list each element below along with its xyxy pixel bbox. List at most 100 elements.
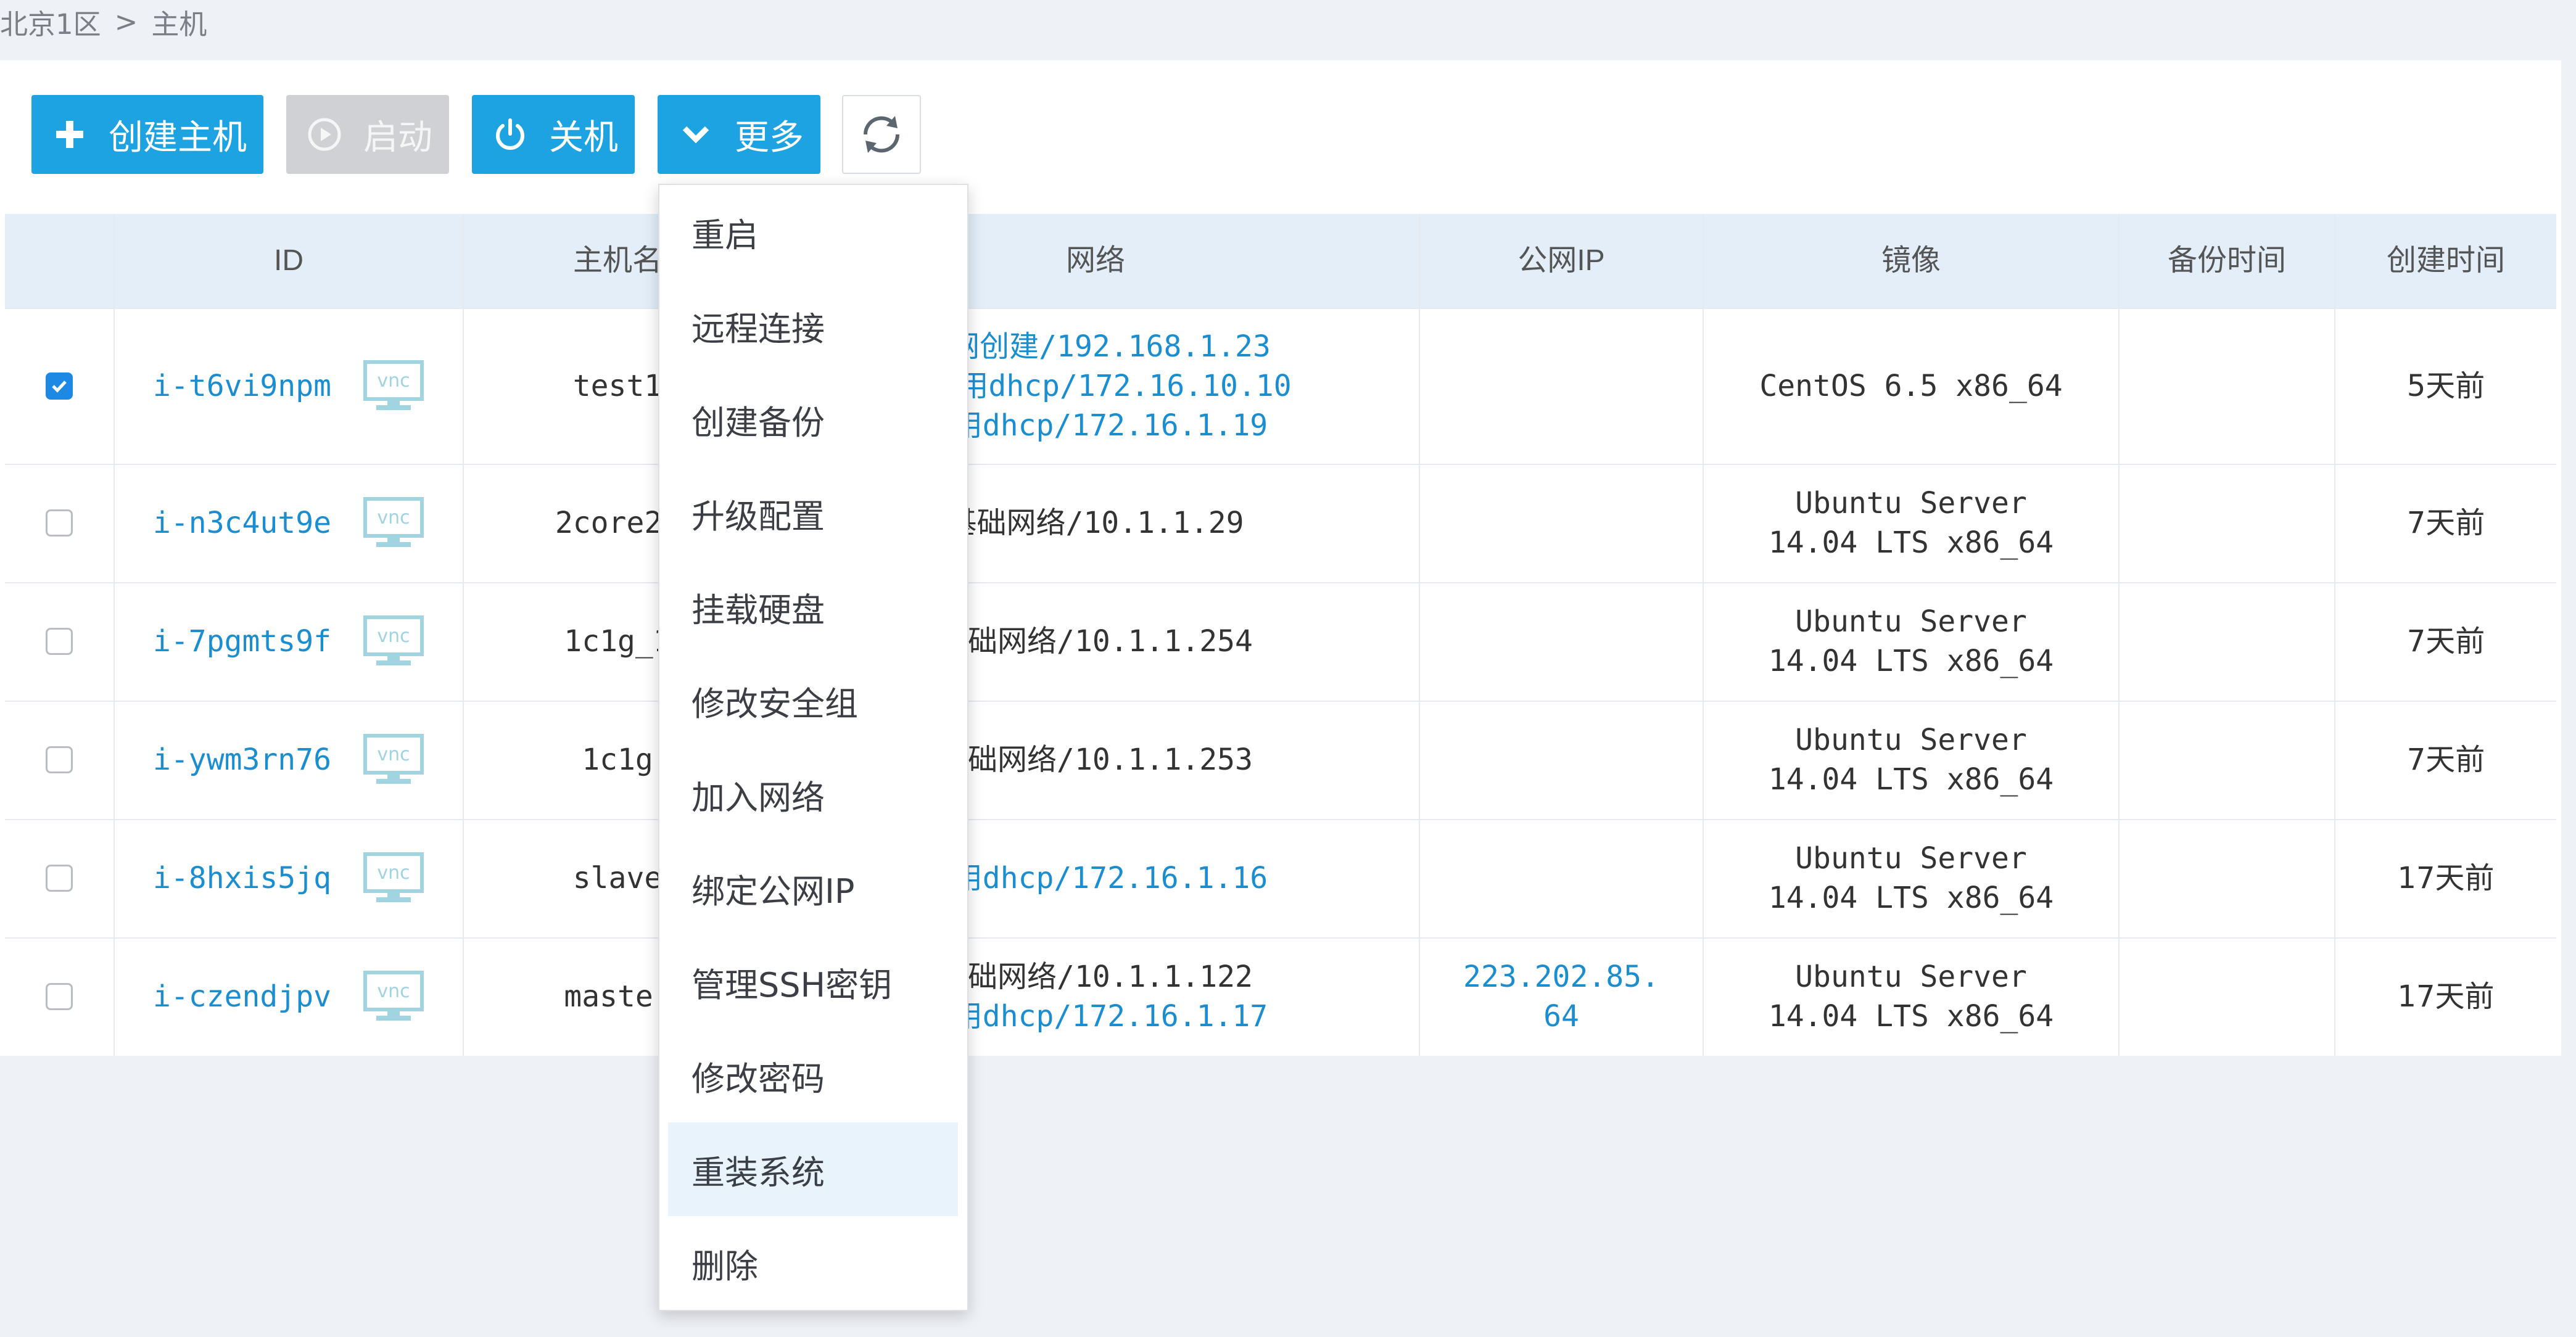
row-select-cell: [5, 819, 115, 937]
network-link[interactable]: 启用dhcp/172.16.1.19: [923, 406, 1268, 445]
row-checkbox[interactable]: [46, 983, 73, 1010]
table-row[interactable]: i-czendjpv vnc master 基础网络/10.1.1.122 启用…: [5, 937, 2556, 1056]
start-button[interactable]: 启动: [286, 95, 449, 174]
more-dropdown-menu: 重启 远程连接 创建备份 升级配置 挂载硬盘 修改安全组 加入网络 绑定公网IP…: [658, 184, 968, 1311]
menu-item-join-network[interactable]: 加入网络: [668, 747, 958, 841]
vnc-monitor-icon[interactable]: vnc: [363, 615, 424, 668]
image-version: 14.04 LTS x86_64: [1768, 525, 2054, 560]
network-text: 基础网络/10.1.1.122: [938, 960, 1253, 994]
image-name: Ubuntu Server: [1795, 604, 2027, 639]
vnc-label: vnc: [377, 862, 410, 884]
row-select-cell: [5, 937, 115, 1056]
table-row[interactable]: i-t6vi9npm vnc test1 子网创建/192.168.1.23 未…: [5, 308, 2556, 465]
instance-id-link[interactable]: i-7pgmts9f: [153, 622, 331, 661]
header-backup-time[interactable]: 备份时间: [2120, 214, 2335, 308]
backup-time-cell: [2120, 308, 2335, 464]
created-time-cell: 5天前: [2406, 368, 2485, 403]
check-icon: [52, 380, 67, 393]
network-link[interactable]: 启用dhcp/172.16.1.17: [923, 997, 1268, 1036]
public-ip-link[interactable]: 223.202.85.: [1463, 957, 1659, 997]
more-button[interactable]: 更多: [658, 95, 820, 174]
breadcrumb: 北京1区 > 主机: [0, 0, 207, 43]
created-time-cell: 17天前: [2397, 861, 2495, 895]
start-label: 启动: [363, 117, 432, 158]
header-created-time[interactable]: 创建时间: [2335, 214, 2556, 308]
table-row[interactable]: i-8hxis5jq vnc slave 启用dhcp/172.16.1.16 …: [5, 819, 2556, 939]
image-name: Ubuntu Server: [1795, 486, 2027, 520]
refresh-icon: [857, 110, 906, 159]
instance-id-link[interactable]: i-czendjpv: [153, 977, 331, 1016]
vnc-monitor-icon[interactable]: vnc: [363, 852, 424, 905]
backup-time-cell: [2120, 819, 2335, 937]
play-circle-icon: [303, 113, 346, 156]
instance-id-link[interactable]: i-8hxis5jq: [153, 858, 331, 898]
chevron-down-icon: [674, 113, 717, 156]
instance-id-link[interactable]: i-ywm3rn76: [153, 740, 331, 780]
vnc-monitor-icon[interactable]: vnc: [363, 496, 424, 549]
public-ip-cell: [1420, 464, 1704, 582]
row-select-cell: [5, 464, 115, 582]
menu-item-restart[interactable]: 重启: [668, 185, 958, 279]
power-icon: [489, 113, 532, 156]
row-checkbox[interactable]: [46, 865, 73, 892]
image-version: 14.04 LTS x86_64: [1768, 644, 2054, 678]
menu-item-change-password[interactable]: 修改密码: [668, 1029, 958, 1122]
table-header: ID 主机名 网络 公网IP 镜像 备份时间 创建时间: [5, 214, 2556, 309]
header-public-ip[interactable]: 公网IP: [1420, 214, 1704, 308]
image-version: 14.04 LTS x86_64: [1768, 999, 2054, 1034]
menu-item-upgrade-config[interactable]: 升级配置: [668, 466, 958, 560]
plus-icon: [48, 113, 91, 156]
table-row[interactable]: i-ywm3rn76 vnc 1c1g 基础网络/10.1.1.253 Ubun…: [5, 701, 2556, 820]
menu-item-create-backup[interactable]: 创建备份: [668, 372, 958, 466]
row-checkbox[interactable]: [46, 628, 73, 655]
vnc-monitor-icon[interactable]: vnc: [363, 970, 424, 1023]
menu-item-bind-public-ip[interactable]: 绑定公网IP: [668, 841, 958, 935]
row-checkbox[interactable]: [46, 509, 73, 537]
row-checkbox[interactable]: [46, 746, 73, 773]
menu-item-remote-connect[interactable]: 远程连接: [668, 279, 958, 372]
image-version: 14.04 LTS x86_64: [1768, 762, 2054, 797]
image-name: Ubuntu Server: [1795, 960, 2027, 994]
vnc-label: vnc: [377, 981, 410, 1002]
menu-item-reinstall-system[interactable]: 重装系统: [668, 1122, 958, 1216]
refresh-button[interactable]: [842, 95, 921, 174]
vnc-label: vnc: [377, 744, 410, 765]
created-time-cell: 17天前: [2397, 979, 2495, 1014]
header-image[interactable]: 镜像: [1704, 214, 2120, 308]
table-row[interactable]: i-7pgmts9f vnc 1c1g_1 基础网络/10.1.1.254 Ub…: [5, 582, 2556, 702]
public-ip-cell: 223.202.85. 64: [1420, 937, 1704, 1056]
network-link[interactable]: 子网创建/192.168.1.23: [920, 327, 1271, 366]
breadcrumb-region[interactable]: 北京1区: [0, 2, 101, 42]
id-cell: i-czendjpv vnc: [115, 937, 464, 1056]
created-time-cell: 7天前: [2406, 506, 2485, 540]
public-ip-cell: [1420, 819, 1704, 937]
instance-id-link[interactable]: i-t6vi9npm: [153, 366, 331, 406]
public-ip-link[interactable]: 64: [1543, 997, 1579, 1036]
backup-time-cell: [2120, 937, 2335, 1056]
network-link[interactable]: 启用dhcp/172.16.1.16: [923, 858, 1268, 898]
id-cell: i-ywm3rn76 vnc: [115, 701, 464, 819]
image-cell: CentOS 6.5 x86_64: [1704, 308, 2120, 464]
menu-item-manage-ssh-keys[interactable]: 管理SSH密钥: [668, 935, 958, 1029]
header-id[interactable]: ID: [115, 214, 464, 308]
menu-item-change-security-group[interactable]: 修改安全组: [668, 654, 958, 747]
row-checkbox[interactable]: [46, 372, 73, 400]
breadcrumb-page: 主机: [151, 7, 207, 41]
shutdown-label: 关机: [549, 117, 618, 158]
instance-id-link[interactable]: i-n3c4ut9e: [153, 503, 331, 543]
shutdown-button[interactable]: 关机: [472, 95, 635, 174]
image-name: Ubuntu Server: [1795, 723, 2027, 757]
create-instance-button[interactable]: 创建主机: [31, 95, 263, 174]
image-name: Ubuntu Server: [1795, 841, 2027, 876]
vnc-label: vnc: [377, 370, 410, 392]
menu-item-delete[interactable]: 删除: [668, 1216, 958, 1310]
table-row[interactable]: i-n3c4ut9e vnc 2core2G 基础网络/10.1.1.29 Ub…: [5, 464, 2556, 583]
menu-item-attach-disk[interactable]: 挂载硬盘: [668, 560, 958, 654]
vnc-monitor-icon[interactable]: vnc: [363, 360, 424, 413]
vnc-monitor-icon[interactable]: vnc: [363, 733, 424, 786]
public-ip-cell: [1420, 308, 1704, 464]
row-select-cell: [5, 308, 115, 464]
created-time-cell: 7天前: [2406, 743, 2485, 777]
id-cell: i-n3c4ut9e vnc: [115, 464, 464, 582]
public-ip-cell: [1420, 582, 1704, 701]
